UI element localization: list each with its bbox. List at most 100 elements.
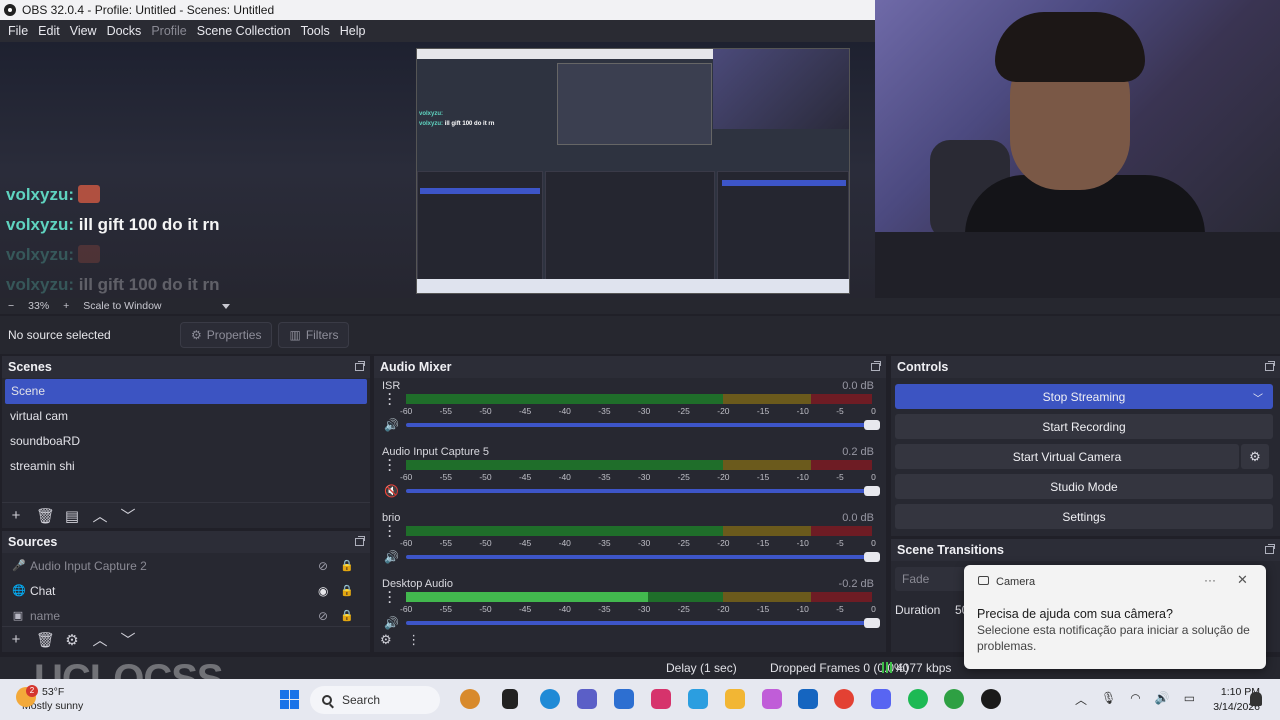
windows-start-icon[interactable] [280,690,299,709]
discord-icon[interactable] [871,689,891,709]
volume-slider[interactable] [406,420,880,430]
popout-icon[interactable] [871,361,881,371]
weather-widget[interactable]: 2 53°F Mostly sunny [16,685,83,713]
volume-slider[interactable] [406,486,880,496]
slider-knob[interactable] [864,552,880,562]
scene-filters-icon[interactable]: ▤ [64,507,80,525]
meter-level [406,592,649,602]
menu-profile[interactable]: Profile [146,24,191,38]
studio-mode-button[interactable]: Studio Mode [895,474,1273,499]
lock-icon[interactable]: 🔒 [340,609,354,622]
chevron-up-icon[interactable]: ︿ [92,629,108,650]
task-view-icon[interactable] [502,689,518,709]
speaker-icon[interactable]: 🔊 [384,418,399,432]
file-explorer-icon[interactable] [725,689,745,709]
camera-notification[interactable]: Camera ··· ✕ Precisa de ajuda com sua câ… [964,565,1266,669]
zoom-out-button[interactable]: − [8,300,14,312]
zoom-in-button[interactable]: + [63,300,69,312]
window-title: OBS 32.0.4 - Profile: Untitled - Scenes:… [22,3,275,17]
source-item[interactable]: ▣ name ⊘ 🔒 [2,603,370,628]
chevron-down-icon[interactable]: ﹀ [1253,390,1263,405]
menu-help[interactable]: Help [335,24,371,38]
chevron-down-icon[interactable]: ﹀ [120,629,136,650]
menu-edit[interactable]: Edit [33,24,65,38]
edge-browser-icon[interactable] [540,689,560,709]
menu-docks[interactable]: Docks [102,24,147,38]
kebab-menu-icon[interactable]: ⋮ [407,632,420,647]
virtual-camera-gear-icon[interactable]: ⚙ [1241,444,1269,469]
start-virtual-camera-button[interactable]: Start Virtual Camera [895,444,1239,469]
obs-taskbar-icon[interactable] [981,689,1001,709]
volume-slider[interactable] [406,618,880,628]
microphone-icon[interactable]: 🎙 [1101,691,1116,708]
start-recording-button[interactable]: Start Recording [895,414,1273,439]
menu-scene-collection[interactable]: Scene Collection [192,24,296,38]
menu-view[interactable]: View [65,24,102,38]
scene-item[interactable]: streamin shi [2,454,370,479]
app-window-icon[interactable] [688,689,708,709]
chrome-profile-icon[interactable] [944,689,964,709]
scene-item[interactable]: virtual cam [2,404,370,429]
kebab-menu-icon[interactable]: · · · [388,586,392,608]
program-preview[interactable]: volxyzu: volxyzu: ill gift 100 do it rn … [0,42,875,298]
muted-speaker-icon[interactable]: 🔇 [384,484,399,498]
settings-button[interactable]: Settings [895,504,1273,529]
teams-icon[interactable] [577,689,597,709]
slider-knob[interactable] [864,486,880,496]
more-options-icon[interactable]: ··· [1204,573,1216,587]
eye-hidden-icon[interactable]: ⊘ [318,559,328,573]
chevron-down-icon[interactable] [221,303,230,309]
trash-icon[interactable]: 🗑 [36,507,55,525]
scale-mode-select[interactable]: Scale to Window [83,300,161,312]
close-icon[interactable]: ✕ [1237,572,1248,588]
add-scene-icon[interactable]: + [8,507,24,524]
lock-icon[interactable]: 🔒 [340,559,354,572]
lock-icon[interactable]: 🔒 [340,584,354,597]
gear-icon[interactable]: ⚙ [64,631,80,649]
speaker-icon[interactable]: 🔊 [384,616,399,630]
add-source-icon[interactable]: + [8,631,24,648]
scene-item[interactable]: soundboaRD [2,429,370,454]
properties-button[interactable]: ⚙ Properties [180,322,273,348]
eye-hidden-icon[interactable]: ⊘ [318,609,328,623]
chevron-up-icon[interactable]: ︿ [92,505,108,526]
store-icon[interactable] [614,689,634,709]
pie-app-icon[interactable] [460,689,480,709]
meter-ticks: -60 -55 -50 -45 -40 -35 -30 -25 -20 -15 -10 -5 0 [400,538,876,548]
popout-icon[interactable] [1265,361,1275,371]
popout-icon[interactable] [1265,544,1275,554]
advanced-audio-gear-icon[interactable]: ⚙ [380,632,392,647]
source-item[interactable]: 🎤 Audio Input Capture 2 ⊘ 🔒 [2,553,370,578]
scene-item[interactable]: Scene [5,379,367,404]
chevron-down-icon[interactable]: ﹀ [120,505,136,526]
chevron-up-icon[interactable]: ︿ [1075,691,1087,708]
menu-tools[interactable]: Tools [296,24,335,38]
popout-icon[interactable] [355,361,365,371]
spotify-icon[interactable] [908,689,928,709]
kebab-menu-icon[interactable]: · · · [388,520,392,542]
kebab-menu-icon[interactable]: · · · [388,388,392,410]
notification-body: Selecione esta notificação para iniciar … [977,623,1250,653]
stop-streaming-button[interactable]: Stop Streaming ﹀ [895,384,1273,409]
source-item[interactable]: 🌐 Chat ◉ 🔒 [2,578,370,603]
app-icon[interactable] [798,689,818,709]
popout-icon[interactable] [355,536,365,546]
menu-file[interactable]: File [3,24,33,38]
speaker-icon[interactable]: 🔊 [384,550,399,564]
wifi-icon[interactable]: ◠ [1130,691,1140,708]
instagram-icon[interactable] [651,689,671,709]
filters-button[interactable]: ▥ Filters [278,322,350,348]
volume-icon[interactable]: 🔊 [1155,691,1170,708]
slider-knob[interactable] [864,618,880,628]
notification-bell-icon[interactable] [1250,692,1262,706]
taskbar-search[interactable]: Search [310,686,440,714]
tick-label: -5 [836,472,844,482]
copilot-icon[interactable] [762,689,782,709]
battery-icon[interactable]: ▭ [1184,691,1195,708]
volume-slider[interactable] [406,552,880,562]
chrome-icon[interactable] [834,689,854,709]
eye-icon[interactable]: ◉ [318,584,328,598]
slider-knob[interactable] [864,420,880,430]
kebab-menu-icon[interactable]: · · · [388,454,392,476]
trash-icon[interactable]: 🗑 [36,631,55,649]
